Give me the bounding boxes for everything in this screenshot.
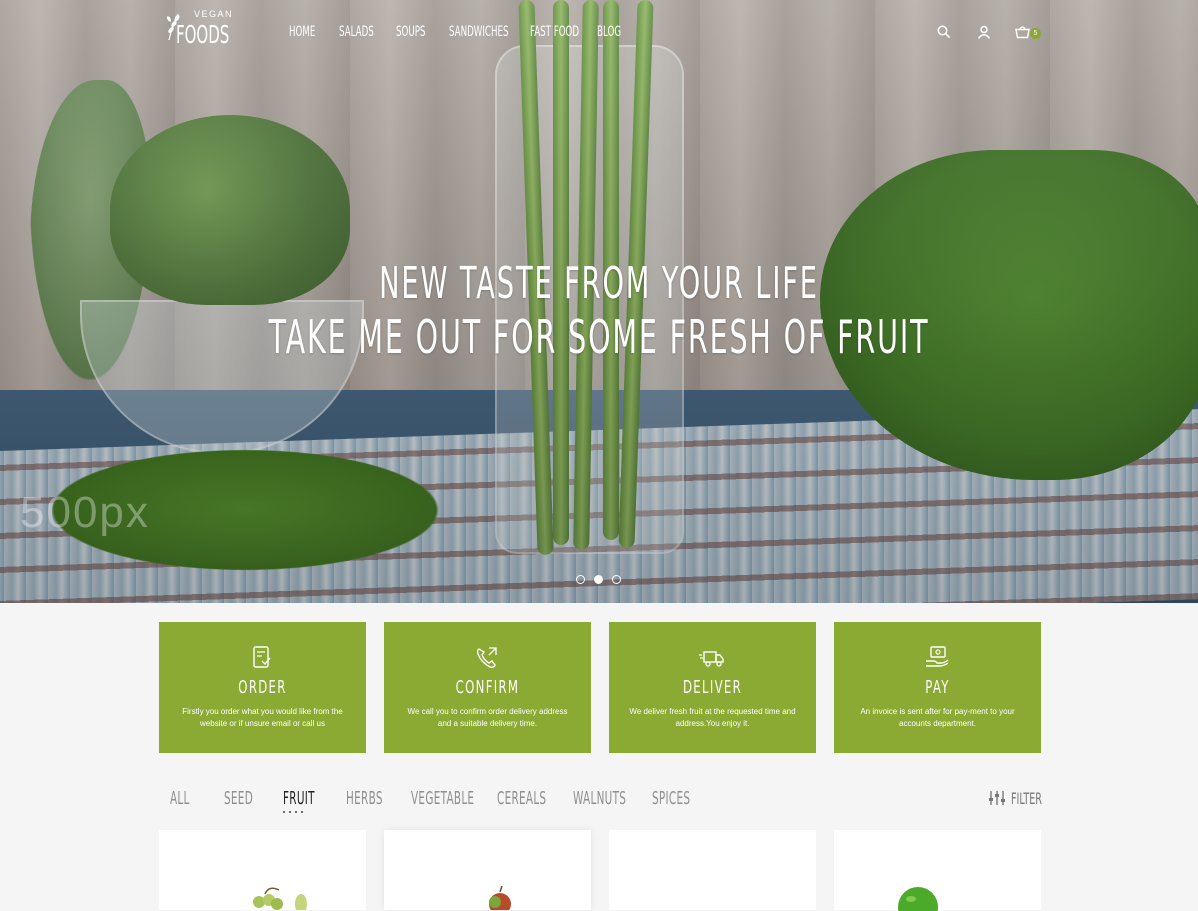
steps-section: ORDER Firstly you order what you would l… xyxy=(159,622,1041,753)
step-deliver: DELIVER We deliver fresh fruit at the re… xyxy=(609,622,816,753)
step-description: We call you to confirm order delivery ad… xyxy=(407,707,568,728)
active-tab-indicator xyxy=(283,811,303,813)
step-pay: PAY An invoice is sent after for pay-men… xyxy=(834,622,1041,753)
product-card[interactable] xyxy=(834,830,1041,911)
filter-button[interactable]: FILTER xyxy=(988,789,1042,809)
nav-item-salads[interactable]: SALADS xyxy=(339,24,374,40)
slider-dot[interactable] xyxy=(576,575,585,584)
phone-icon xyxy=(476,647,497,668)
slider-dot[interactable] xyxy=(612,575,621,584)
nav-item-home[interactable]: HOME xyxy=(289,24,315,40)
nav-item-sandwiches[interactable]: SANDWICHES xyxy=(449,24,509,40)
user-icon[interactable] xyxy=(977,25,991,44)
tab-fruit[interactable]: FRUIT xyxy=(283,788,315,809)
tab-all[interactable]: ALL xyxy=(170,788,190,809)
filter-icon xyxy=(989,791,1005,805)
step-title: DELIVER xyxy=(682,677,742,698)
step-title: CONFIRM xyxy=(455,677,520,698)
step-title: PAY xyxy=(925,677,950,698)
logo-tagline: VEGAN xyxy=(194,9,234,19)
nav-item-fast-food[interactable]: FAST FOOD xyxy=(530,24,579,40)
product-card[interactable] xyxy=(159,830,366,910)
cart-icon[interactable] xyxy=(1015,25,1030,44)
fruit-image xyxy=(489,885,511,910)
tab-vegetable[interactable]: VEGETABLE xyxy=(411,788,474,809)
slider-dots xyxy=(576,575,621,584)
tab-spices[interactable]: SPICES xyxy=(652,788,690,809)
product-card[interactable] xyxy=(384,830,591,910)
grapes-image xyxy=(253,887,307,910)
step-description: An invoice is sent after for pay-ment to… xyxy=(860,707,1015,728)
step-confirm: CONFIRM We call you to confirm order del… xyxy=(384,622,591,753)
step-order: ORDER Firstly you order what you would l… xyxy=(159,622,366,753)
truck-icon xyxy=(699,651,724,667)
apple-image xyxy=(898,887,938,911)
search-icon[interactable] xyxy=(937,25,951,44)
pay-icon xyxy=(926,646,949,667)
step-description: We deliver fresh fruit at the requested … xyxy=(629,707,796,728)
nav-item-soups[interactable]: SOUPS xyxy=(396,24,425,40)
cart-count-badge: 5 xyxy=(1030,28,1041,39)
hero-headline: NEW TASTE FROM YOUR LIFE xyxy=(379,258,819,309)
tab-cereals[interactable]: CEREALS xyxy=(497,788,546,809)
logo[interactable]: VEGAN FOODS xyxy=(166,9,232,49)
hero-subheadline: TAKE ME OUT FOR SOME FRESH OF FRUIT xyxy=(268,310,930,364)
product-card[interactable] xyxy=(609,830,816,910)
filter-label: FILTER xyxy=(1011,789,1042,808)
watermark: 500px xyxy=(20,488,150,537)
tab-herbs[interactable]: HERBS xyxy=(346,788,383,809)
logo-name: FOODS xyxy=(176,20,230,49)
nav-item-blog[interactable]: BLOG xyxy=(597,24,621,40)
tab-walnuts[interactable]: WALNUTS xyxy=(573,788,626,809)
step-description: Firstly you order what you would like fr… xyxy=(182,707,343,728)
slider-dot-active[interactable] xyxy=(594,575,603,584)
order-icon xyxy=(253,646,271,668)
tab-seed[interactable]: SEED xyxy=(224,788,253,809)
hero-slider: 500px NEW TASTE FROM YOUR LIFE TAKE ME O… xyxy=(0,0,1198,603)
step-title: ORDER xyxy=(238,677,287,698)
